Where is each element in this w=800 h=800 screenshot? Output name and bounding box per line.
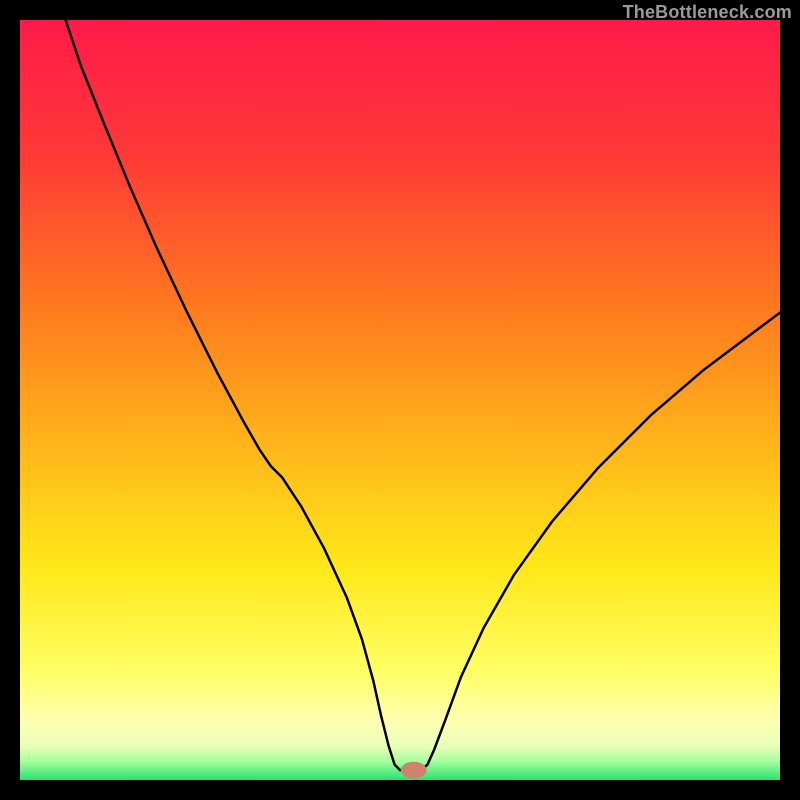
minimum-marker — [401, 762, 427, 779]
plot-area — [20, 20, 780, 780]
chart-frame: TheBottleneck.com — [0, 0, 800, 800]
bottleneck-chart — [20, 20, 780, 780]
gradient-background — [20, 20, 780, 780]
